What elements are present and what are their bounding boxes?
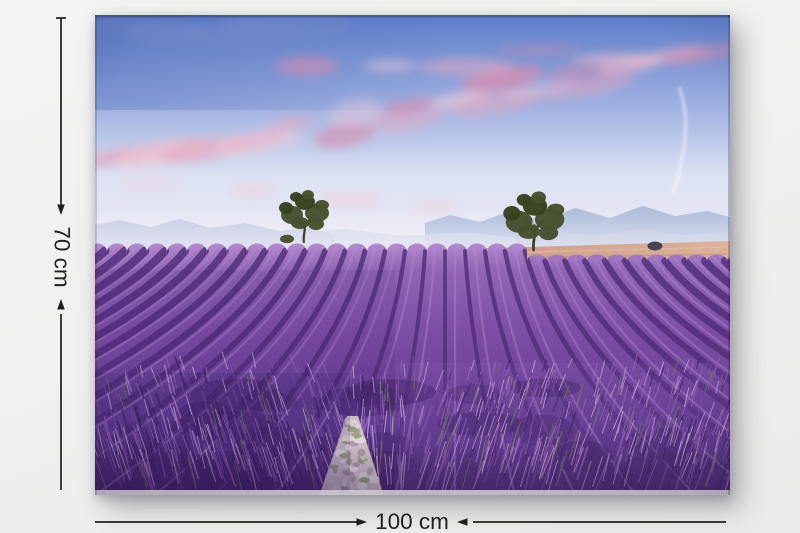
height-label: 70 cm	[50, 226, 75, 287]
width-dimension: 100 cm	[85, 503, 745, 533]
lavender-field-artwork	[95, 15, 730, 495]
height-dimension: 70 cm	[39, 0, 85, 533]
arrow-left-icon	[457, 518, 468, 526]
canvas-print	[95, 15, 730, 495]
arrow-down-icon	[57, 205, 65, 216]
arrow-up-icon	[57, 299, 65, 310]
width-label: 100 cm	[375, 509, 449, 533]
product-photo-background: 70 cm 100 cm	[0, 0, 800, 533]
arrow-right-icon	[357, 518, 368, 526]
